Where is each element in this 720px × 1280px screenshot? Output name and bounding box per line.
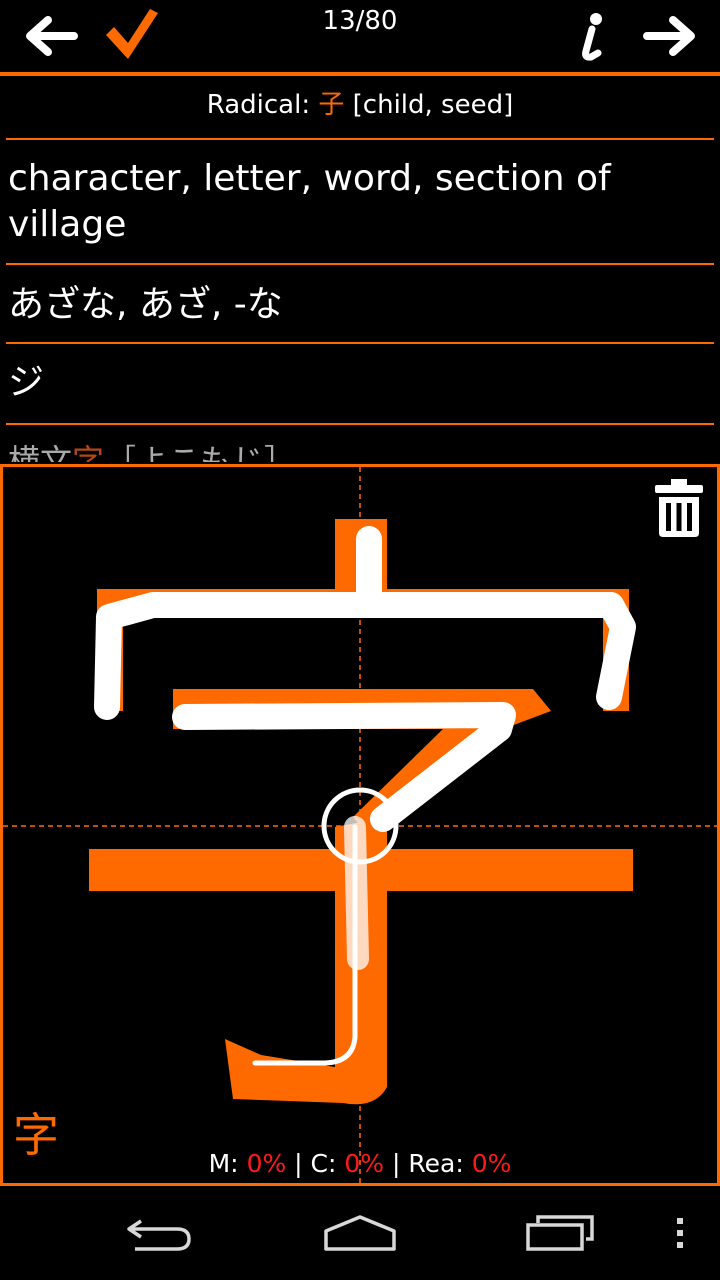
divider — [6, 423, 714, 425]
action-bar-divider — [0, 72, 720, 76]
m-value: 0% — [246, 1149, 287, 1178]
radical-meaning: [child, seed] — [344, 90, 514, 120]
arrow-right-icon — [643, 16, 695, 56]
kun-reading: あざな, あざ, -な — [8, 284, 283, 325]
radical-kanji: 子 — [318, 90, 345, 120]
nav-menu-button[interactable] — [660, 1186, 700, 1280]
divider — [6, 138, 714, 140]
example-word: 横文字［よこもじ］ — [8, 438, 296, 462]
c-label: | C: — [286, 1149, 345, 1178]
kanji-meaning: character, letter, word, section of vill… — [8, 158, 611, 245]
arrow-left-icon — [26, 16, 78, 56]
info-icon — [582, 13, 602, 61]
example-prefix: 横文 — [8, 442, 73, 462]
example-suffix: ［よこもじ］ — [104, 442, 297, 462]
radical-label: Radical: — [206, 90, 319, 120]
radical-line: Radical: 子 [child, seed] — [0, 84, 720, 121]
stroke-board[interactable] — [3, 467, 717, 1183]
divider — [6, 263, 714, 265]
nav-menu-icon — [677, 1218, 683, 1248]
on-reading: ジ — [8, 362, 45, 403]
drawing-canvas[interactable]: 字 M: 0% | C: 0% | Rea: 0% — [0, 464, 720, 1186]
system-nav-bar — [0, 1186, 720, 1280]
c-value: 0% — [344, 1149, 385, 1178]
example-kanji: 字 — [72, 442, 105, 462]
rea-value: 0% — [471, 1149, 512, 1178]
rea-label: | Rea: — [384, 1149, 472, 1178]
nav-back-icon — [127, 1219, 191, 1251]
card-counter: 13/80 — [322, 6, 398, 36]
next-button[interactable] — [636, 0, 706, 72]
m-label: M: — [208, 1149, 247, 1178]
mark-known-button[interactable] — [96, 0, 166, 72]
trash-icon — [655, 479, 703, 537]
checkmark-icon — [106, 9, 158, 59]
score-stats: M: 0% | C: 0% | Rea: 0% — [3, 1149, 717, 1179]
nav-recents-button[interactable] — [510, 1186, 610, 1280]
action-bar: 13/80 — [0, 0, 720, 72]
nav-home-icon — [324, 1215, 396, 1251]
back-button[interactable] — [10, 0, 90, 72]
nav-home-button[interactable] — [310, 1186, 410, 1280]
divider — [6, 342, 714, 344]
clear-button[interactable] — [653, 477, 705, 539]
nav-recents-icon — [526, 1215, 594, 1251]
info-button[interactable] — [566, 0, 616, 72]
nav-back-button[interactable] — [110, 1186, 210, 1280]
